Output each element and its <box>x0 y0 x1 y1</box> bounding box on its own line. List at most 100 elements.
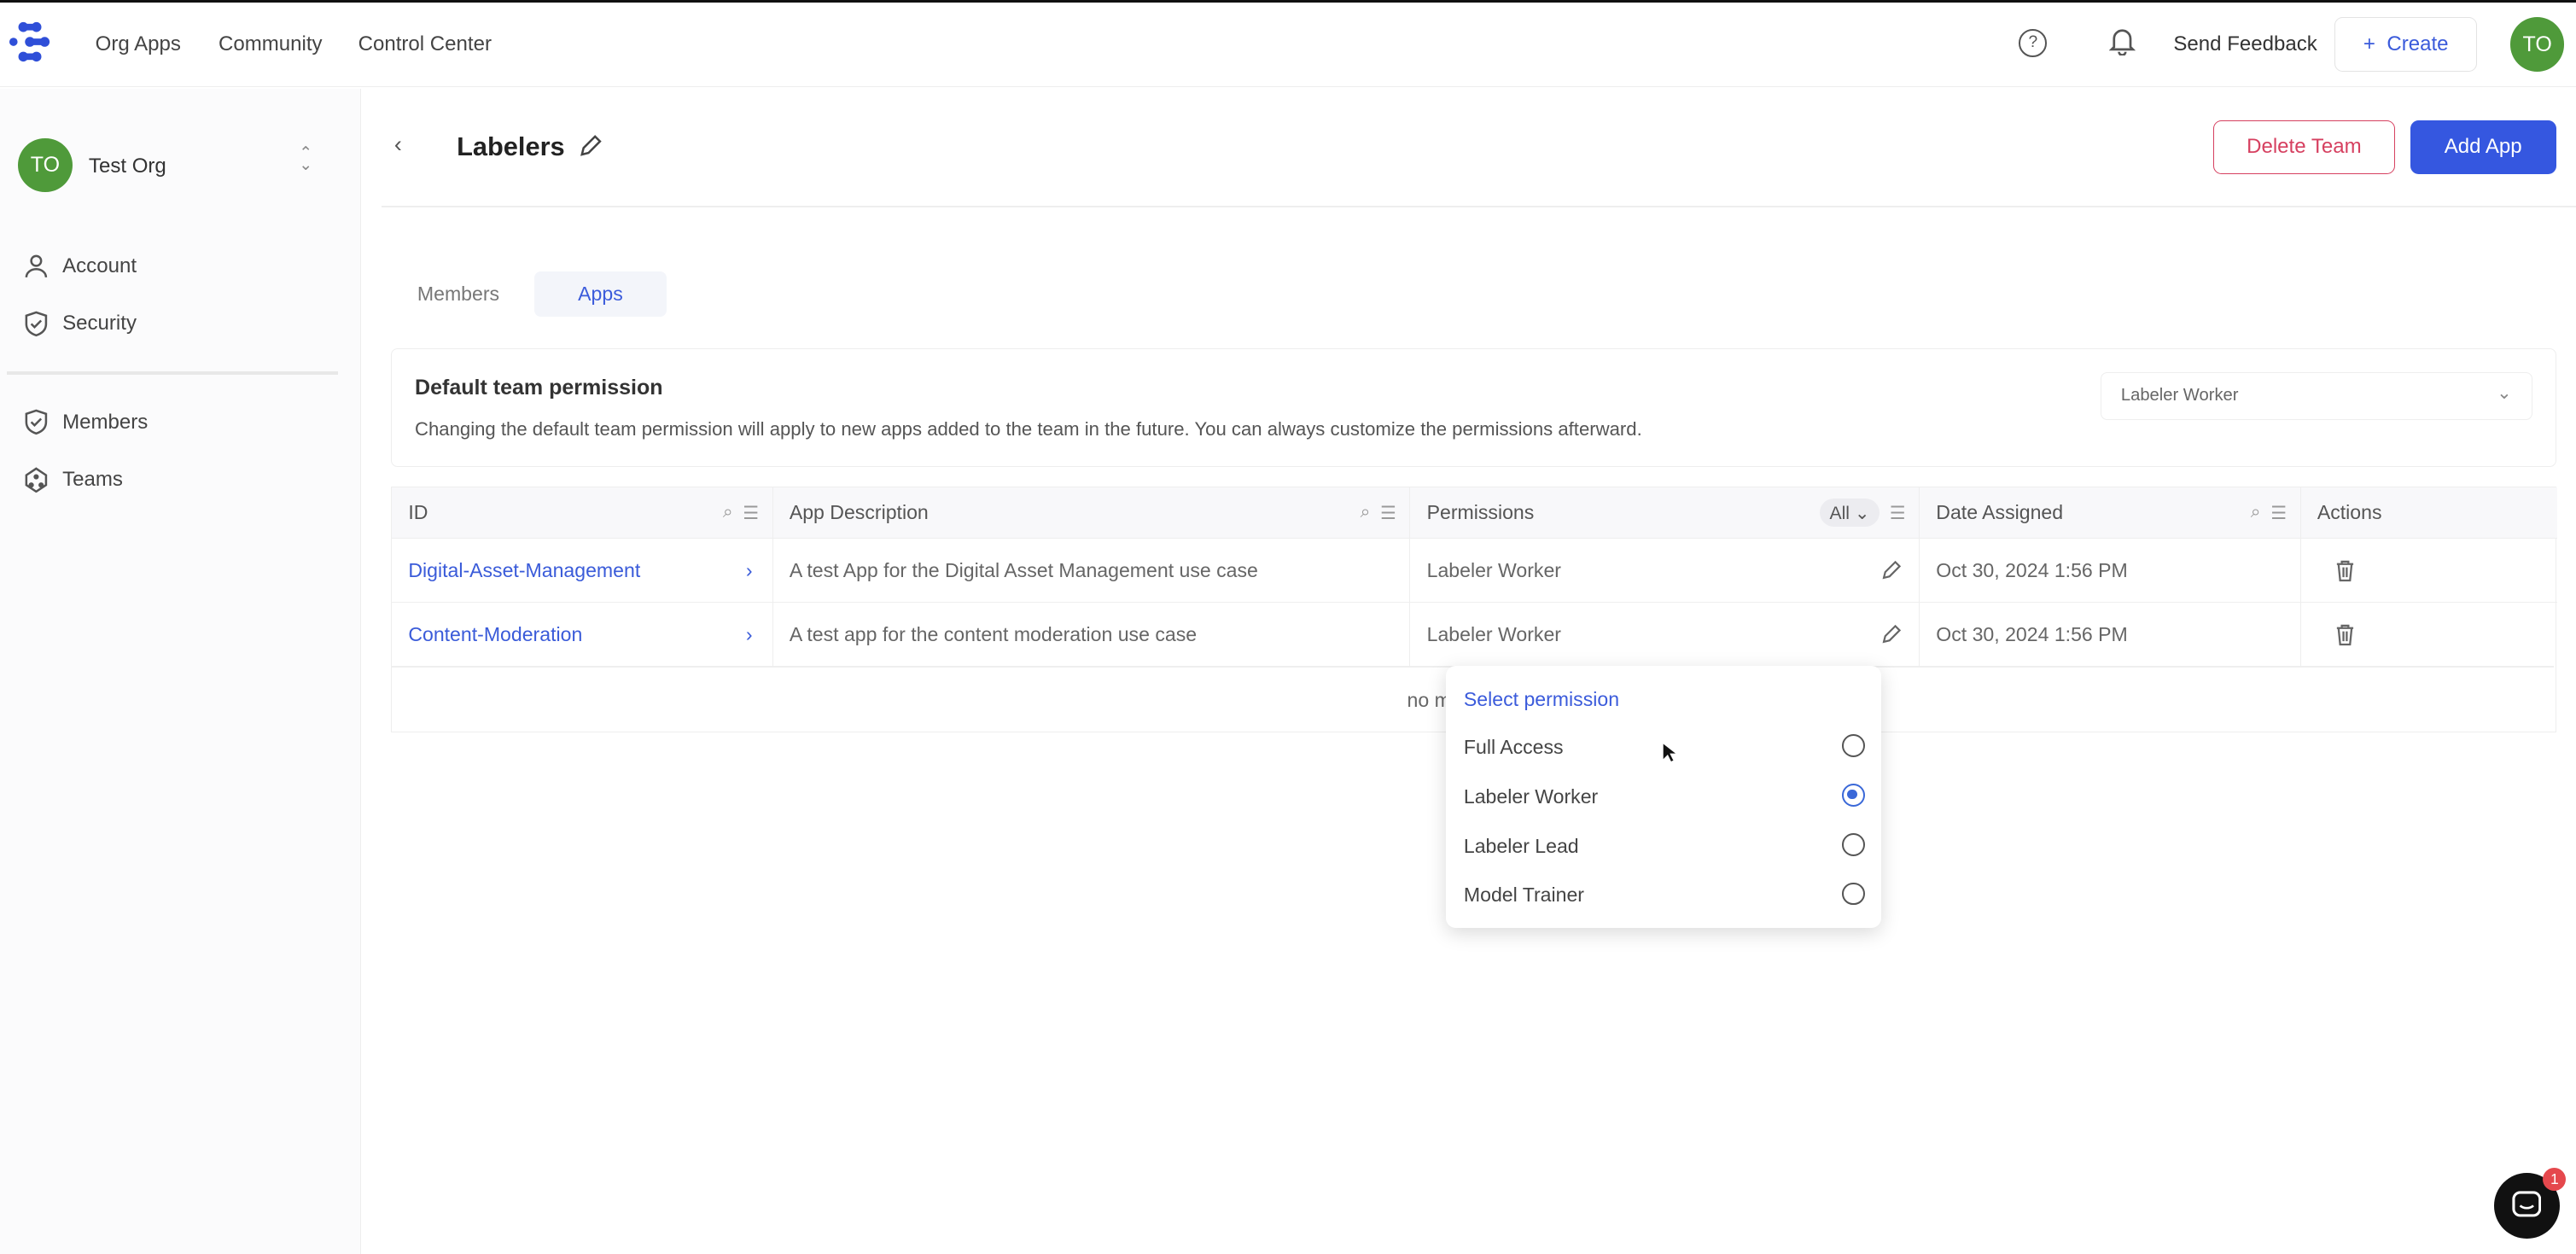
shield-check-icon <box>25 409 48 435</box>
column-header-actions: Actions <box>2300 487 2557 539</box>
default-permission-description: Changing the default team permission wil… <box>415 417 1642 440</box>
search-icon[interactable]: ⌕ <box>2251 502 2261 524</box>
search-icon[interactable]: ⌕ <box>723 502 733 524</box>
permission-dropdown-menu: Select permission Full Access Labeler Wo… <box>1445 665 1881 929</box>
default-permission-card: Default team permission Changing the def… <box>391 348 2556 467</box>
radio[interactable] <box>1841 882 1865 906</box>
table-footer-text: no m <box>1407 689 1451 712</box>
chat-icon <box>2512 1191 2542 1217</box>
column-header-id: ID ⌕ ☰ <box>392 487 773 539</box>
tab-members[interactable]: Members <box>394 271 522 318</box>
sidebar-item-members[interactable]: Members <box>23 409 148 435</box>
help-icon[interactable]: ? <box>2019 28 2048 57</box>
filter-icon[interactable]: ☰ <box>1380 502 1396 524</box>
mouse-cursor-icon <box>1662 741 1678 764</box>
org-avatar: TO <box>18 137 73 193</box>
edit-title-icon[interactable] <box>577 133 603 160</box>
date-cell: Oct 30, 2024 1:56 PM <box>1920 538 2301 603</box>
permission-value: Labeler Worker <box>1426 622 1561 645</box>
sidebar-item-label: Members <box>62 410 149 434</box>
option-label: Model Trainer <box>1463 884 1584 907</box>
menu-title: Select permission <box>1463 688 1620 711</box>
default-permission-title: Default team permission <box>415 375 663 400</box>
chevron-right-icon[interactable]: › <box>746 559 753 582</box>
send-feedback-link[interactable]: Send Feedback <box>2173 32 2317 56</box>
trash-icon[interactable] <box>2334 559 2357 582</box>
delete-team-button[interactable]: Delete Team <box>2212 120 2396 174</box>
create-button[interactable]: + Create <box>2334 17 2478 72</box>
sidebar-item-label: Teams <box>62 467 123 491</box>
column-label: Date Assigned <box>1936 501 2064 524</box>
default-permission-value: Labeler Worker <box>2120 386 2239 405</box>
sidebar-item-label: Security <box>62 312 137 335</box>
nav-community[interactable]: Community <box>219 32 323 56</box>
chat-button[interactable]: 1 <box>2493 1168 2567 1239</box>
app-description-cell: A test app for the content moderation us… <box>772 602 1411 667</box>
header-divider <box>381 205 2576 207</box>
column-label: App Description <box>789 501 929 524</box>
app-id-cell: Digital-Asset-Management › <box>392 538 773 603</box>
org-name[interactable]: Test Org <box>89 155 166 178</box>
radio[interactable] <box>1841 832 1865 856</box>
search-icon[interactable]: ⌕ <box>1361 502 1371 524</box>
default-permission-select[interactable]: Labeler Worker ⌄ <box>2100 371 2532 420</box>
permission-cell: Labeler Worker <box>1410 602 1920 667</box>
app-id-link[interactable]: Digital-Asset-Management <box>408 559 640 582</box>
column-header-description: App Description ⌕ ☰ <box>772 487 1411 539</box>
filter-value: All <box>1829 503 1850 523</box>
add-app-button[interactable]: Add App <box>2410 120 2556 174</box>
filter-icon[interactable]: ☰ <box>2270 502 2287 524</box>
column-label: Actions <box>2317 501 2382 524</box>
create-label: Create <box>2387 32 2449 56</box>
trash-icon[interactable] <box>2334 623 2357 646</box>
tab-apps[interactable]: Apps <box>533 271 667 318</box>
sidebar-item-security[interactable]: Security <box>23 311 137 337</box>
teams-icon <box>25 467 48 493</box>
sidebar: TO Test Org ⌃ ⌄ Account Security Members … <box>0 88 361 1254</box>
edit-permission-icon[interactable] <box>1880 559 1903 582</box>
permission-value: Labeler Worker <box>1426 558 1561 581</box>
option-label: Labeler Lead <box>1463 834 1579 857</box>
app-description-cell: A test App for the Digital Asset Managem… <box>772 538 1411 603</box>
shield-icon <box>25 311 48 336</box>
back-icon[interactable]: ‹ <box>394 131 402 158</box>
sidebar-item-label: Account <box>62 254 137 277</box>
filter-icon[interactable]: ☰ <box>743 502 759 524</box>
nav-org-apps[interactable]: Org Apps <box>96 32 181 56</box>
plus-icon: + <box>2363 32 2375 56</box>
chevron-right-icon[interactable]: › <box>746 623 753 646</box>
column-header-permissions: Permissions All ⌄ ☰ <box>1410 487 1920 539</box>
bell-icon[interactable] <box>2109 26 2136 55</box>
radio[interactable] <box>1841 734 1865 758</box>
logo-icon[interactable] <box>9 20 58 67</box>
user-icon <box>25 254 48 278</box>
filter-icon[interactable]: ☰ <box>1890 502 1906 524</box>
permissions-filter-dropdown[interactable]: All ⌄ <box>1819 498 1880 528</box>
sidebar-item-teams[interactable]: Teams <box>23 467 123 493</box>
radio-selected[interactable] <box>1841 784 1865 807</box>
page-title: Labelers <box>457 131 565 161</box>
option-label: Full Access <box>1463 736 1564 759</box>
actions-cell <box>2300 538 2557 602</box>
chevron-down-icon: ⌄ <box>2497 382 2512 403</box>
app-id-cell: Content-Moderation › <box>392 602 773 667</box>
sidebar-item-account[interactable]: Account <box>23 253 137 279</box>
column-label: Permissions <box>1426 501 1535 524</box>
org-switch-icon[interactable]: ⌃ ⌄ <box>299 145 312 173</box>
column-label: ID <box>408 501 428 524</box>
option-labeler-lead[interactable]: Labeler Lead <box>1446 830 1881 862</box>
actions-cell <box>2300 602 2557 666</box>
edit-permission-icon[interactable] <box>1880 623 1903 646</box>
top-bar: Org Apps Community Control Center ? Send… <box>0 0 2576 87</box>
option-model-trainer[interactable]: Model Trainer <box>1446 879 1881 912</box>
column-header-date: Date Assigned ⌕ ☰ <box>1920 487 2301 539</box>
option-label: Labeler Worker <box>1463 784 1599 808</box>
app-id-link[interactable]: Content-Moderation <box>408 623 582 646</box>
option-labeler-worker[interactable]: Labeler Worker <box>1446 780 1881 813</box>
sidebar-divider <box>6 370 339 375</box>
chat-badge: 1 <box>2543 1168 2567 1192</box>
nav-control-center[interactable]: Control Center <box>358 32 492 56</box>
user-avatar[interactable]: TO <box>2509 17 2565 72</box>
permission-cell: Labeler Worker <box>1410 538 1920 603</box>
date-cell: Oct 30, 2024 1:56 PM <box>1920 602 2301 667</box>
